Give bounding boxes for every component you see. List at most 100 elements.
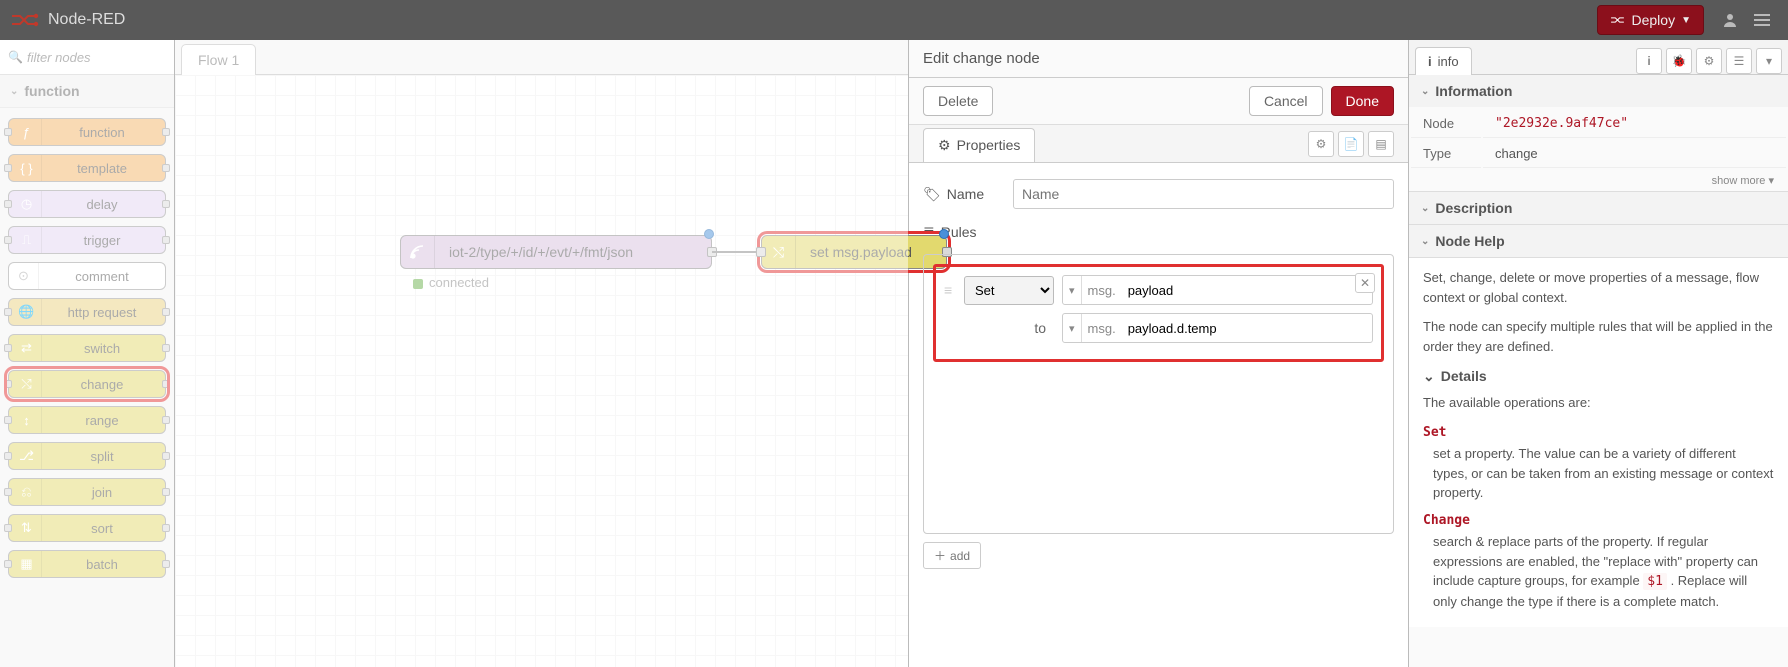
flow-node-label: set msg.payload bbox=[796, 244, 926, 260]
plus-icon: ＋ bbox=[934, 547, 946, 564]
palette-search-input[interactable] bbox=[27, 50, 166, 65]
rules-container: ≡ Set ▾ msg. ✕ to ▾ bbox=[923, 254, 1394, 534]
node-id: "2e2932e.9af47ce" bbox=[1495, 116, 1628, 131]
status-text: connected bbox=[429, 275, 489, 290]
switch-icon: ⇄ bbox=[12, 335, 42, 361]
sidebar-tab-info[interactable]: i info bbox=[1415, 47, 1472, 75]
section-description[interactable]: ⌄Description bbox=[1409, 192, 1788, 224]
palette-node-sort[interactable]: ⇅sort bbox=[8, 514, 166, 542]
palette-node-change[interactable]: ⤭change bbox=[8, 370, 166, 398]
wire[interactable] bbox=[712, 251, 761, 253]
op-change-title: Change bbox=[1423, 511, 1774, 531]
msg-prefix: msg. bbox=[1082, 321, 1122, 336]
palette-node-comment[interactable]: ⊙comment bbox=[8, 262, 166, 290]
node-help-body: Set, change, delete or move properties o… bbox=[1409, 258, 1788, 627]
user-icon[interactable] bbox=[1714, 12, 1746, 28]
palette-node-http-request[interactable]: 🌐http request bbox=[8, 298, 166, 326]
palette-node-delay[interactable]: ◷delay bbox=[8, 190, 166, 218]
node-changed-dot bbox=[704, 229, 714, 239]
name-input[interactable] bbox=[1013, 179, 1394, 209]
delete-button[interactable]: Delete bbox=[923, 86, 993, 116]
palette: 🔍 ⌄ function ƒfunction { }template ◷dela… bbox=[0, 40, 175, 667]
sidebar-info-button[interactable]: i bbox=[1636, 48, 1662, 74]
input-port[interactable] bbox=[756, 247, 766, 257]
sidebar: i info i 🐞 ⚙ ☰ ▾ ⌄Information Node"2e293… bbox=[1408, 40, 1788, 667]
palette-node-range[interactable]: ↕range bbox=[8, 406, 166, 434]
join-icon: ⎌ bbox=[12, 479, 42, 505]
palette-node-switch[interactable]: ⇄switch bbox=[8, 334, 166, 362]
deploy-icon bbox=[1610, 14, 1626, 26]
chevron-down-icon: ⌄ bbox=[1421, 86, 1429, 97]
rule-target-input[interactable]: ▾ msg. bbox=[1062, 275, 1373, 305]
palette-search[interactable]: 🔍 bbox=[0, 40, 174, 75]
palette-node-split[interactable]: ⎇split bbox=[8, 442, 166, 470]
cancel-button[interactable]: Cancel bbox=[1249, 86, 1323, 116]
batch-icon: ▦ bbox=[12, 551, 42, 577]
trigger-icon: ⎍ bbox=[12, 227, 42, 253]
chevron-down-icon: ⌄ bbox=[1423, 366, 1435, 387]
flow-node-change[interactable]: ⤭ set msg.payload bbox=[761, 235, 947, 269]
table-row: Node"2e2932e.9af47ce" bbox=[1411, 109, 1786, 138]
node-appearance-button[interactable]: ▤ bbox=[1368, 131, 1394, 157]
range-icon: ↕ bbox=[12, 407, 42, 433]
sort-icon: ⇅ bbox=[12, 515, 42, 541]
sidebar-tab-label: info bbox=[1438, 54, 1459, 69]
done-button[interactable]: Done bbox=[1331, 86, 1394, 116]
section-information[interactable]: ⌄Information bbox=[1409, 75, 1788, 107]
menu-icon[interactable] bbox=[1746, 13, 1778, 27]
edit-panel-title: Edit change node bbox=[909, 40, 1408, 78]
drag-handle-icon[interactable]: ≡ bbox=[944, 282, 956, 298]
palette-node-template[interactable]: { }template bbox=[8, 154, 166, 182]
function-icon: ƒ bbox=[12, 119, 42, 145]
tab-flow-1[interactable]: Flow 1 bbox=[181, 44, 256, 75]
rule-value-input[interactable]: ▾ msg. bbox=[1062, 313, 1373, 343]
globe-icon: 🌐 bbox=[12, 299, 42, 325]
palette-node-trigger[interactable]: ⎍trigger bbox=[8, 226, 166, 254]
info-table: Node"2e2932e.9af47ce" Typechange bbox=[1409, 107, 1788, 170]
name-label: 🏷Name bbox=[923, 186, 1003, 203]
info-icon: i bbox=[1428, 54, 1432, 69]
remove-rule-button[interactable]: ✕ bbox=[1355, 273, 1375, 293]
chevron-down-icon: ⌄ bbox=[10, 86, 18, 97]
chevron-down-icon: ⌄ bbox=[1421, 203, 1429, 214]
palette-node-join[interactable]: ⎌join bbox=[8, 478, 166, 506]
chevron-down-icon: ⌄ bbox=[1421, 236, 1429, 247]
flow-node-mqtt-in[interactable]: iot-2/type/+/id/+/evt/+/fmt/json bbox=[400, 235, 712, 269]
node-changed-dot bbox=[939, 229, 949, 239]
status-dot bbox=[413, 279, 423, 289]
msg-prefix: msg. bbox=[1082, 283, 1122, 298]
sidebar-debug-button[interactable]: 🐞 bbox=[1666, 48, 1692, 74]
sidebar-config-button[interactable]: ⚙ bbox=[1696, 48, 1722, 74]
add-rule-button[interactable]: ＋add bbox=[923, 542, 981, 569]
sidebar-context-button[interactable]: ☰ bbox=[1726, 48, 1752, 74]
palette-node-function[interactable]: ƒfunction bbox=[8, 118, 166, 146]
properties-tab[interactable]: ⚙ Properties bbox=[923, 128, 1035, 162]
template-icon: { } bbox=[12, 155, 42, 181]
rule-action-select[interactable]: Set bbox=[964, 276, 1054, 305]
rule-value-field[interactable] bbox=[1122, 321, 1372, 336]
palette-node-batch[interactable]: ▦batch bbox=[8, 550, 166, 578]
split-icon: ⎇ bbox=[12, 443, 42, 469]
properties-label: Properties bbox=[957, 137, 1021, 153]
section-node-help[interactable]: ⌄Node Help bbox=[1409, 225, 1788, 257]
table-row: Typechange bbox=[1411, 140, 1786, 168]
to-label: to bbox=[964, 320, 1054, 336]
palette-category-function[interactable]: ⌄ function bbox=[0, 75, 174, 108]
sidebar-dropdown[interactable]: ▾ bbox=[1756, 48, 1782, 74]
change-icon: ⤭ bbox=[12, 371, 42, 397]
edit-panel: Edit change node Delete Cancel Done ⚙ Pr… bbox=[908, 40, 1408, 667]
rule-target-field[interactable] bbox=[1122, 283, 1372, 298]
node-settings-button[interactable]: ⚙ bbox=[1308, 131, 1334, 157]
deploy-button[interactable]: Deploy ▼ bbox=[1597, 5, 1705, 35]
type-selector[interactable]: ▾ bbox=[1063, 276, 1082, 304]
op-set-title: Set bbox=[1423, 423, 1774, 443]
app-header: Node-RED Deploy ▼ bbox=[0, 0, 1788, 40]
type-selector[interactable]: ▾ bbox=[1063, 314, 1082, 342]
flow-canvas[interactable]: iot-2/type/+/id/+/evt/+/fmt/json connect… bbox=[175, 75, 908, 667]
show-more-link[interactable]: show more ▾ bbox=[1409, 170, 1788, 191]
gear-icon: ⚙ bbox=[938, 137, 951, 154]
node-description-button[interactable]: 📄 bbox=[1338, 131, 1364, 157]
flow-node-label: iot-2/type/+/id/+/evt/+/fmt/json bbox=[435, 244, 647, 260]
delay-icon: ◷ bbox=[12, 191, 42, 217]
palette-category-label: function bbox=[24, 83, 79, 99]
